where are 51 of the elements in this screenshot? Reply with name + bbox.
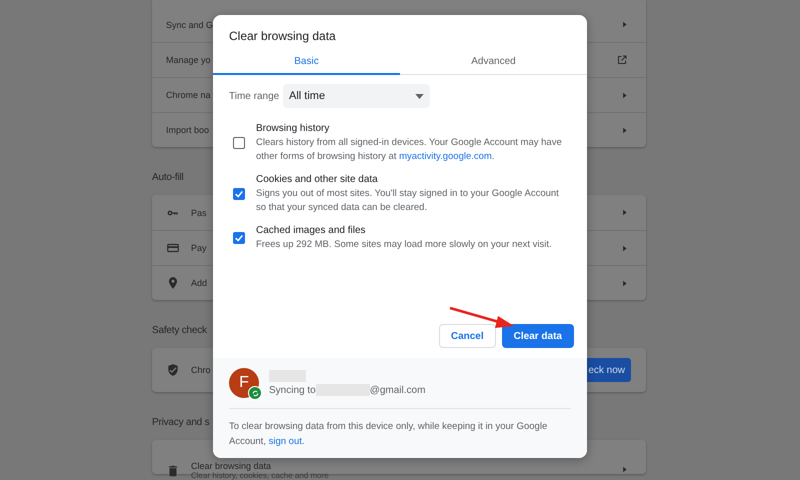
arrow-right-icon [621, 209, 628, 216]
clear-data-button[interactable]: Clear data [502, 324, 574, 348]
option-description: Clears history from all signed-in devices. Your Google Account may have other forms of browsing history at myactivity.google.com. [256, 136, 563, 164]
sync-label: Syncing to [269, 384, 316, 396]
footer-note: To clear browsing data from this device only, while keeping it in your Google Account, sign out. [229, 420, 548, 449]
option-title: Browsing history [256, 122, 330, 136]
arrow-right-icon [621, 280, 628, 286]
tab[interactable]: Advanced [400, 49, 587, 75]
row-label[interactable]: Sync and G [166, 20, 214, 30]
option-title: Cookies and other site data [256, 173, 379, 187]
sync-badge-icon [248, 386, 262, 400]
row-sublabel: Clear history, cookies, cache and more [191, 471, 329, 480]
row-label[interactable]: Import boo [166, 125, 210, 135]
check-now-button[interactable]: eck now [586, 358, 631, 382]
row-label[interactable]: Chrome na [166, 90, 211, 100]
option-description: Signs you out of most sites. You'll stay signed in to your Google Account so that your synced data can be cleared. [256, 187, 560, 215]
arrow-right-icon [621, 244, 628, 252]
credit-card-icon [166, 241, 180, 255]
checkbox[interactable] [233, 137, 245, 149]
annotation-arrow [450, 306, 514, 328]
arrow-right-icon [621, 466, 628, 473]
row-label[interactable]: Clear browsing data [191, 461, 272, 471]
row-label[interactable]: Manage yo [166, 55, 211, 65]
checkbox[interactable] [233, 232, 245, 244]
avatar: F [229, 368, 259, 398]
time-range-label: Time range [229, 90, 280, 102]
time-range-dropdown[interactable]: All time [283, 84, 430, 108]
arrow-right-icon [621, 21, 628, 28]
row-label[interactable]: Pas [191, 208, 207, 218]
email-text: @gmail.com [370, 384, 426, 396]
link[interactable]: myactivity.google.com [399, 151, 492, 162]
row-label[interactable]: Chro [191, 365, 211, 375]
dropdown-caret-icon [415, 94, 424, 98]
external-link-icon [616, 54, 628, 66]
trash-icon [166, 464, 180, 478]
dialog-title: Clear browsing data [228, 28, 337, 45]
location-pin-icon [166, 276, 180, 290]
checkbox[interactable] [233, 188, 245, 200]
option-description: Frees up 292 MB. Some sites may load more slowly on your next visit. [256, 238, 553, 252]
shield-check-icon [166, 363, 180, 377]
row-label[interactable]: Pay [191, 243, 207, 253]
option-title: Cached images and files [256, 224, 367, 238]
link[interactable]: sign out [268, 436, 302, 447]
arrow-right-icon [621, 126, 628, 134]
section-heading: Privacy and s [152, 416, 210, 430]
cancel-button[interactable]: Cancel [438, 324, 496, 348]
section-heading: Auto-fill [152, 171, 184, 185]
arrow-right-icon [621, 92, 628, 98]
section-heading: Safety check [152, 324, 207, 338]
row-label[interactable]: Add [191, 278, 208, 288]
tab[interactable]: Basic [213, 49, 400, 75]
